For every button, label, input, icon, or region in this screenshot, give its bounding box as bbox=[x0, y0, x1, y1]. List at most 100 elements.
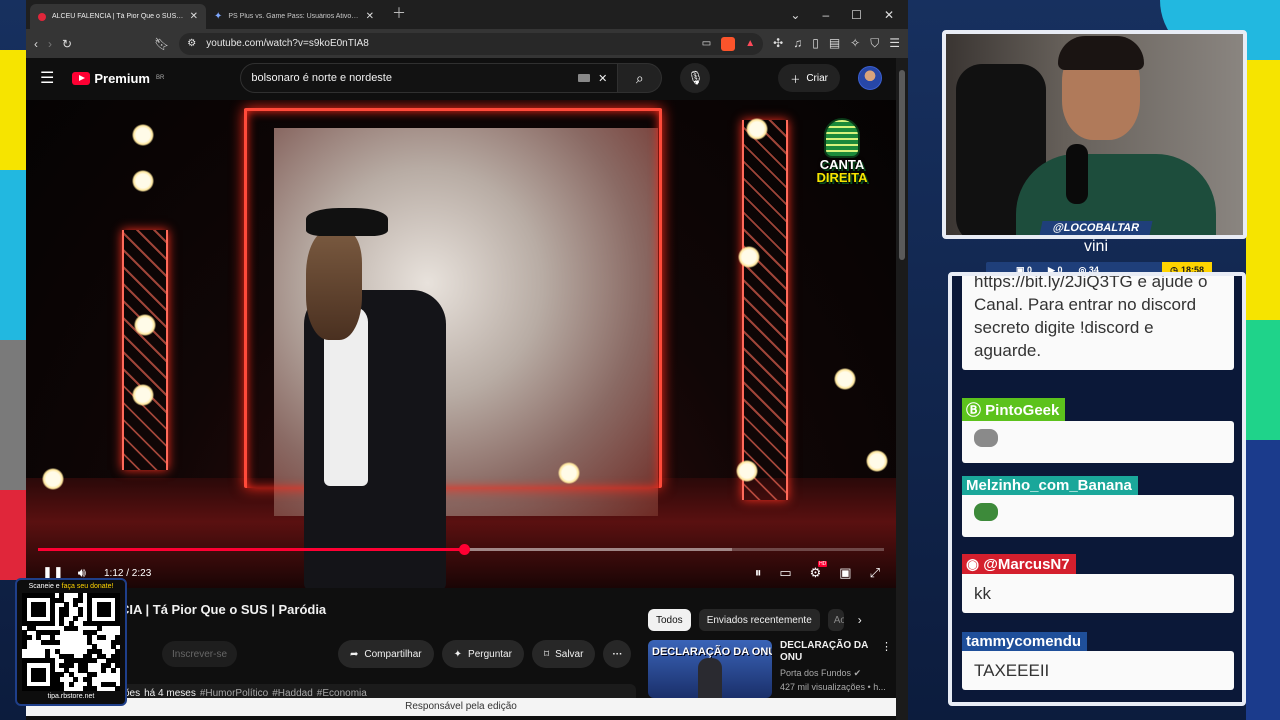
media-icon[interactable]: ♫ bbox=[793, 36, 802, 51]
minimize-icon[interactable]: – bbox=[822, 8, 829, 22]
rewards-icon[interactable]: ▲ bbox=[745, 38, 755, 49]
wallet-icon[interactable]: ▤ bbox=[829, 36, 840, 51]
stage-light bbox=[134, 314, 156, 336]
search-button[interactable]: ⌕ bbox=[618, 63, 663, 93]
recommended-title[interactable]: DECLARAÇÃO DA ONU bbox=[780, 640, 876, 664]
tab-gemini[interactable]: ✦ PS Plus vs. Game Pass: Usuários Ativos… bbox=[206, 4, 382, 29]
extensions-icon[interactable]: ✣ bbox=[773, 36, 783, 51]
bg-yellow-strip bbox=[0, 50, 26, 170]
tab-list-icon[interactable]: ⌄ bbox=[790, 8, 800, 22]
scrubber-handle[interactable] bbox=[458, 544, 470, 555]
close-tab-icon[interactable]: ✕ bbox=[190, 11, 198, 22]
extensions-area: ✣ ♫ ▯ ▤ ✧ ⛉ ☰ bbox=[773, 36, 900, 51]
brave-shield-icon[interactable] bbox=[721, 36, 736, 51]
ask-button[interactable]: ✦ Perguntar bbox=[441, 640, 524, 668]
chat-username: tammycomendu bbox=[962, 632, 1088, 651]
chat-message: Melzinho_com_Banana bbox=[962, 476, 1234, 537]
qr-module bbox=[73, 677, 79, 682]
chat-message: tammycomendu TAXEEEII bbox=[962, 632, 1234, 690]
hashtag[interactable]: #HumorPolítico bbox=[200, 688, 268, 699]
qr-module bbox=[101, 635, 107, 640]
leo-icon[interactable]: ✧ bbox=[850, 36, 860, 51]
video-player[interactable]: CANTA DIREITA ❚❚ 🔊︎ 1:12 / 2:23 ⏸︎ ▭ ⚙︎ … bbox=[26, 100, 896, 588]
bg-blue-right bbox=[1246, 440, 1280, 720]
close-tab-icon[interactable]: ✕ bbox=[366, 11, 374, 22]
page-scrollbar[interactable] bbox=[896, 58, 908, 720]
qr-module bbox=[115, 663, 121, 668]
clear-search-icon[interactable]: ✕ bbox=[598, 72, 607, 85]
sidebar-icon[interactable]: ▯ bbox=[812, 36, 819, 51]
scrollbar-thumb[interactable] bbox=[899, 70, 905, 260]
hamburger-icon[interactable]: ☰ bbox=[40, 68, 54, 88]
video-thumbnail[interactable]: DECLARAÇÃO DA ONU bbox=[648, 640, 772, 698]
recommended-views: 427 mil visualizações • h... bbox=[780, 682, 886, 692]
search-input[interactable]: bolsonaro é norte e nordeste ✕ bbox=[240, 63, 619, 93]
bookmark-icon[interactable]: 🔖︎ bbox=[154, 37, 169, 51]
forward-icon[interactable]: › bbox=[48, 37, 52, 51]
theater-mode-icon[interactable]: ▣ bbox=[839, 565, 851, 581]
progress-bar[interactable] bbox=[38, 544, 884, 555]
chat-text bbox=[962, 421, 1234, 463]
video-actions: ➦ Compartilhar ✦ Perguntar ⌑ Salvar ··· bbox=[338, 640, 632, 668]
save-button[interactable]: ⌑ Salvar bbox=[531, 640, 596, 668]
chat-text bbox=[962, 495, 1234, 537]
qr-module bbox=[92, 672, 97, 678]
qr-module bbox=[96, 625, 102, 631]
cast-icon[interactable]: ▭ bbox=[702, 38, 711, 49]
autoplay-toggle-icon[interactable]: ⏸︎ bbox=[755, 565, 762, 581]
create-label: Criar bbox=[806, 72, 828, 84]
stage-light bbox=[746, 118, 768, 140]
bg-grey-strip bbox=[0, 340, 26, 490]
voice-search-button[interactable]: 🎙︎ bbox=[680, 63, 711, 93]
stage-light bbox=[738, 246, 760, 268]
record-icon bbox=[38, 12, 46, 21]
streamer-name: vini bbox=[1083, 238, 1108, 255]
watermark-line2: DIREITA bbox=[816, 170, 868, 185]
vertical-more-icon[interactable]: ⋮ bbox=[881, 640, 892, 653]
filter-chips: Todos Enviados recentemente Ao › bbox=[648, 609, 862, 631]
url-text: youtube.com/watch?v=s9koE0nTIA8 bbox=[206, 38, 369, 49]
new-tab-icon[interactable]: ＋ bbox=[382, 3, 416, 29]
chip-all[interactable]: Todos bbox=[648, 609, 691, 631]
recommended-info: DECLARAÇÃO DA ONU ⋮ Porta dos Fundos ✔ 4… bbox=[780, 640, 892, 698]
qr-module bbox=[64, 611, 69, 617]
site-settings-icon[interactable]: ⚙︎ bbox=[187, 38, 196, 49]
vpn-icon[interactable]: ⛉ bbox=[870, 36, 879, 51]
menu-icon[interactable]: ☰ bbox=[889, 36, 900, 51]
fullscreen-icon[interactable]: ⤢ bbox=[870, 565, 880, 581]
hashtag[interactable]: #Economia bbox=[317, 688, 367, 699]
subscribe-button[interactable]: Inscrever-se bbox=[162, 641, 238, 667]
close-window-icon[interactable]: ✕ bbox=[884, 8, 894, 22]
share-button[interactable]: ➦ Compartilhar bbox=[338, 640, 434, 668]
settings-icon[interactable]: ⚙︎ bbox=[810, 561, 827, 581]
plus-icon: ＋ bbox=[790, 74, 801, 86]
search-icon: ⌕ bbox=[635, 69, 644, 86]
tab-youtube[interactable]: ALCEU FALÊNCIA | Tá Pior Que o SUS | Par… bbox=[30, 4, 206, 29]
browser-toolbar: ‹ › ↻ 🔖︎ ⚙︎ youtube.com/watch?v=s9koE0nT… bbox=[26, 29, 908, 58]
captions-icon[interactable]: ▭ bbox=[779, 565, 791, 581]
create-button[interactable]: ＋ Criar bbox=[778, 64, 840, 92]
hashtag[interactable]: #Haddad bbox=[272, 688, 313, 699]
chevron-right-icon[interactable]: › bbox=[858, 613, 862, 627]
maximize-icon[interactable]: ☐ bbox=[851, 8, 862, 22]
tab-bar: ALCEU FALÊNCIA | Tá Pior Que o SUS | Par… bbox=[26, 0, 908, 29]
chip-more[interactable]: Ao bbox=[827, 609, 844, 631]
avatar[interactable] bbox=[858, 66, 882, 90]
recommended-channel[interactable]: Porta dos Fundos ✔ bbox=[780, 668, 888, 679]
chat-text: kk bbox=[962, 574, 1234, 613]
reload-icon[interactable]: ↻ bbox=[62, 37, 72, 51]
more-actions-button[interactable]: ··· bbox=[603, 640, 632, 668]
thumbnail-text: DECLARAÇÃO DA ONU bbox=[652, 646, 772, 658]
address-bar[interactable]: ⚙︎ youtube.com/watch?v=s9koE0nTIA8 ▭ ▲ bbox=[179, 32, 764, 55]
qr-module bbox=[68, 681, 74, 687]
qr-module bbox=[115, 621, 121, 626]
logo-text: Premium bbox=[94, 70, 150, 86]
stage-light bbox=[558, 462, 580, 484]
keyboard-icon[interactable] bbox=[578, 74, 591, 82]
youtube-logo[interactable]: Premium BR bbox=[72, 71, 164, 86]
performer-hair bbox=[306, 230, 362, 340]
tab-title: ALCEU FALÊNCIA | Tá Pior Que o SUS | Par… bbox=[52, 13, 184, 20]
recommended-video[interactable]: DECLARAÇÃO DA ONU DECLARAÇÃO DA ONU ⋮ Po… bbox=[648, 640, 892, 698]
chip-recent[interactable]: Enviados recentemente bbox=[698, 609, 820, 631]
back-icon[interactable]: ‹ bbox=[34, 37, 38, 51]
